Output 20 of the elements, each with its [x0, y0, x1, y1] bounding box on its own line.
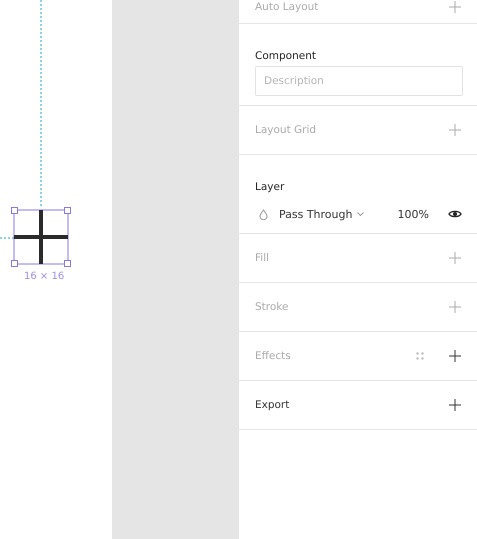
styles-icon[interactable]	[416, 352, 424, 360]
opacity-value[interactable]: 100%	[398, 208, 429, 220]
section-title: Fill	[255, 252, 270, 264]
section-title: Effects	[255, 350, 292, 362]
selected-plus-shape[interactable]	[11, 207, 71, 267]
add-icon[interactable]	[449, 350, 461, 362]
section-title: Stroke	[255, 301, 290, 313]
drop-icon	[259, 208, 268, 220]
section-title: Component	[255, 50, 317, 62]
guide-line	[0, 237, 14, 239]
section-title: Export	[255, 399, 290, 411]
eye-icon[interactable]	[448, 209, 462, 219]
add-icon[interactable]	[449, 399, 461, 411]
section-title: Layer	[255, 181, 286, 193]
description-field[interactable]: Description	[255, 66, 463, 96]
size-label: 16 × 16	[24, 271, 64, 282]
blend-mode-dropdown[interactable]: Pass Through	[279, 208, 364, 220]
caret-icon	[357, 212, 364, 216]
section-title: Layout Grid	[255, 124, 318, 136]
section-title: Auto Layout	[255, 1, 320, 13]
